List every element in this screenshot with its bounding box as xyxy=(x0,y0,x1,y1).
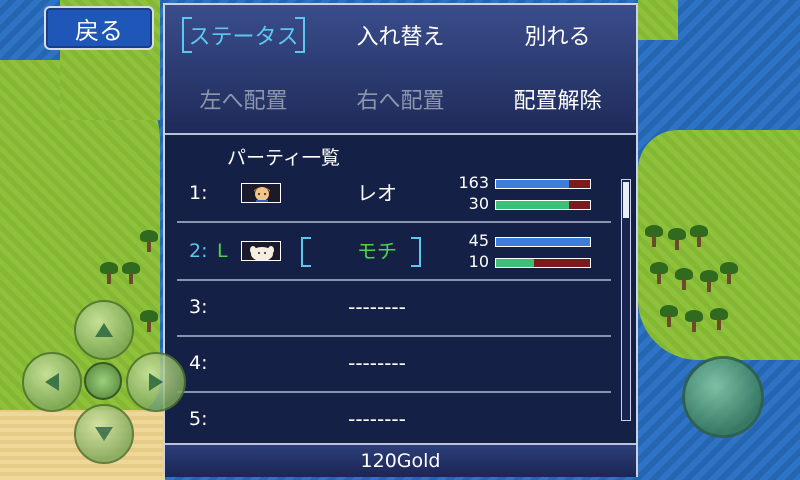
palm-tree-icon xyxy=(685,310,703,332)
palm-tree-icon xyxy=(710,308,728,330)
tab-swap[interactable]: 入れ替え xyxy=(322,5,479,65)
action-button[interactable] xyxy=(682,356,764,438)
action-row: 左へ配置 右へ配置 配置解除 xyxy=(165,69,636,129)
hp-bar xyxy=(495,179,591,189)
empty-slot-name: -------- xyxy=(348,351,406,375)
palm-tree-icon xyxy=(720,262,738,284)
slot-number: 4: xyxy=(189,352,208,374)
arrow-right-icon xyxy=(149,373,163,391)
virtual-dpad xyxy=(22,300,186,464)
tab-dismiss[interactable]: 別れる xyxy=(479,5,636,65)
party-row-1[interactable]: 1: レオ 163 30 xyxy=(177,165,611,223)
tab-row: ステータス 入れ替え 別れる xyxy=(165,5,636,65)
arrow-down-icon xyxy=(95,427,113,441)
arrow-up-icon xyxy=(95,323,113,337)
tab-status-label: ステータス xyxy=(182,17,305,53)
mp-bar xyxy=(495,258,591,268)
party-row-3[interactable]: 3: -------- xyxy=(177,279,611,337)
palm-tree-icon xyxy=(140,230,158,252)
mp-bar xyxy=(495,200,591,210)
hero-portrait-icon xyxy=(241,183,281,203)
mp-value: 10 xyxy=(468,252,489,271)
slot-number: 1: xyxy=(189,182,208,204)
tab-status[interactable]: ステータス xyxy=(165,5,322,65)
member-name: モチ xyxy=(357,239,397,263)
empty-slot-name: -------- xyxy=(348,295,406,319)
dpad-right-button[interactable] xyxy=(126,352,186,412)
slot-number: 5: xyxy=(189,408,208,430)
leader-badge: L xyxy=(217,240,228,262)
palm-tree-icon xyxy=(650,262,668,284)
party-menu-panel: ステータス 入れ替え 別れる 左へ配置 右へ配置 配置解除 パーティ一覧 1: … xyxy=(163,3,638,477)
palm-tree-icon xyxy=(700,270,718,292)
party-list-scrollbar[interactable] xyxy=(621,179,631,421)
place-right-button[interactable]: 右へ配置 xyxy=(322,69,479,129)
party-row-5[interactable]: 5: -------- xyxy=(177,391,611,447)
palm-tree-icon xyxy=(122,262,140,284)
dpad-left-button[interactable] xyxy=(22,352,82,412)
palm-tree-icon xyxy=(645,225,663,247)
scrollbar-thumb[interactable] xyxy=(623,182,629,218)
slot-number: 2: xyxy=(189,240,208,262)
white-creature-portrait-icon xyxy=(241,241,281,261)
gold-display: 120Gold xyxy=(165,443,636,477)
slot-number: 3: xyxy=(189,296,208,318)
party-row-4[interactable]: 4: -------- xyxy=(177,335,611,393)
party-row-2[interactable]: 2: L モチ 45 10 xyxy=(177,223,611,281)
empty-slot-name: -------- xyxy=(348,407,406,431)
palm-tree-icon xyxy=(100,262,118,284)
unplace-button[interactable]: 配置解除 xyxy=(479,69,636,129)
mp-value: 30 xyxy=(468,194,489,213)
palm-tree-icon xyxy=(690,225,708,247)
party-list: パーティ一覧 1: レオ 163 30 2: L モチ 45 10 3: ---… xyxy=(165,133,636,445)
hp-bar xyxy=(495,237,591,247)
dpad-up-button[interactable] xyxy=(74,300,134,360)
member-name: レオ xyxy=(357,181,397,205)
back-button[interactable]: 戻る xyxy=(44,6,154,50)
dpad-down-button[interactable] xyxy=(74,404,134,464)
palm-tree-icon xyxy=(660,305,678,327)
grassland xyxy=(638,0,678,40)
palm-tree-icon xyxy=(668,228,686,250)
hp-value: 163 xyxy=(458,173,489,192)
arrow-left-icon xyxy=(45,373,59,391)
hp-value: 45 xyxy=(468,231,489,250)
palm-tree-icon xyxy=(675,268,693,290)
place-left-button[interactable]: 左へ配置 xyxy=(165,69,322,129)
dpad-center xyxy=(84,362,122,400)
